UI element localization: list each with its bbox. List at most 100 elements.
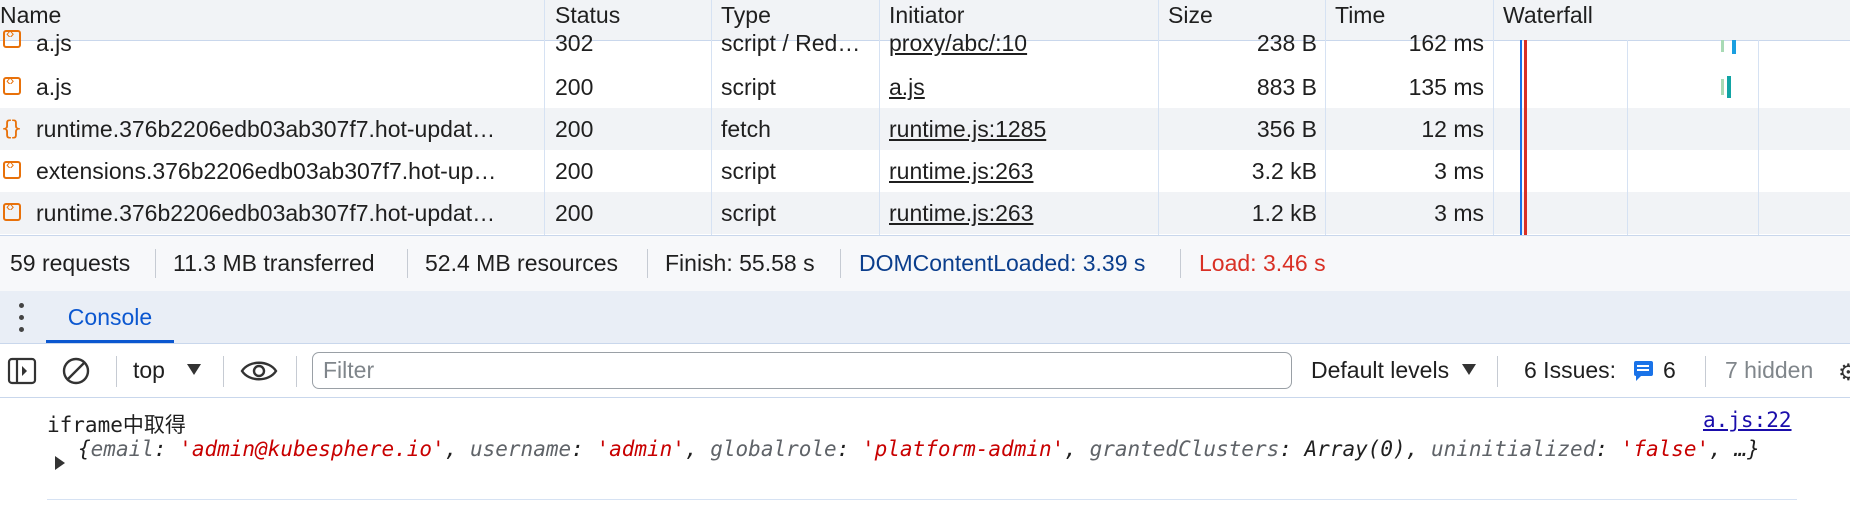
console-object-preview[interactable]: {email: 'admin@kubesphere.io', username:… [78, 436, 1768, 463]
request-type: fetch [721, 116, 771, 142]
column-divider[interactable] [544, 0, 545, 235]
chevron-down-icon[interactable] [1462, 364, 1476, 375]
message-divider [47, 499, 1797, 500]
object-value: 'admin@kubesphere.io' [179, 437, 445, 461]
object-brace: { [78, 437, 91, 461]
object-value: 'false' [1620, 437, 1710, 461]
log-levels-dropdown[interactable]: Default levels [1311, 344, 1449, 397]
settings-gear-icon[interactable]: ⚙ [1838, 359, 1850, 386]
request-size: 238 B [1256, 30, 1317, 56]
request-name: runtime.376b2206edb03ab307f7.hot-updat… [36, 200, 496, 226]
request-name: a.js [36, 74, 72, 100]
hidden-count: 7 hidden [1725, 357, 1814, 383]
finish-time: Finish: 55.58 s [665, 250, 815, 276]
column-divider[interactable] [879, 0, 880, 235]
summary-divider [840, 249, 841, 278]
request-type: script [721, 158, 776, 184]
resources-size: 52.4 MB resources [425, 250, 619, 276]
script-icon [3, 156, 21, 179]
waterfall-gridline [1627, 40, 1628, 235]
eye-icon[interactable] [240, 357, 278, 385]
request-status: 200 [555, 116, 594, 142]
summary-divider [407, 249, 408, 278]
column-divider[interactable] [1325, 0, 1326, 235]
request-name: runtime.376b2206edb03ab307f7.hot-updat… [36, 116, 496, 142]
summary-divider [1180, 249, 1181, 278]
sidebar-toggle-icon[interactable] [7, 356, 37, 386]
console-messages: iframe中取得 a.js:22 {email: 'admin@kubesph… [0, 398, 1850, 506]
chevron-down-icon[interactable] [187, 364, 201, 375]
drawer-tab-bar: Console [0, 291, 1850, 344]
expand-triangle-icon[interactable] [55, 456, 65, 470]
table-row[interactable]: a.js 302 script / Red… proxy/abc/:10 238… [0, 25, 1850, 61]
request-initiator[interactable]: runtime.js:263 [889, 192, 1149, 234]
table-row[interactable]: {} runtime.376b2206edb03ab307f7.hot-upda… [0, 108, 1850, 150]
column-divider[interactable] [711, 0, 712, 235]
table-row[interactable]: a.js 200 script a.js 883 B 135 ms [0, 66, 1850, 108]
waterfall-bar [1732, 40, 1736, 54]
object-key: email [90, 437, 154, 461]
request-initiator[interactable]: a.js [889, 66, 1149, 108]
request-count: 59 requests [10, 250, 131, 276]
request-size: 356 B [1256, 116, 1317, 142]
column-divider[interactable] [1158, 0, 1159, 235]
script-icon [3, 72, 21, 95]
issues-label[interactable]: 6 Issues: [1524, 344, 1616, 397]
context-selector[interactable]: top [133, 344, 165, 397]
waterfall-domcontentloaded-line [1520, 40, 1522, 235]
table-row[interactable]: extensions.376b2206edb03ab307f7.hot-up… … [0, 150, 1850, 192]
request-name: a.js [36, 30, 72, 56]
console-message-text: iframe中取得 [47, 413, 186, 437]
toolbar-divider [296, 356, 297, 387]
request-name: extensions.376b2206edb03ab307f7.hot-up… [36, 158, 497, 184]
object-value: 'platform-admin' [861, 437, 1065, 461]
object-ellipsis: , …} [1709, 437, 1760, 461]
request-status: 302 [555, 30, 594, 56]
toolbar-divider [1497, 356, 1498, 387]
network-table: Name Status Type Initiator Size Time Wat… [0, 0, 1850, 235]
script-icon [3, 25, 21, 48]
object-key: username [469, 437, 572, 461]
object-key: globalrole [710, 437, 837, 461]
waterfall-bar [1721, 40, 1724, 52]
request-type: script [721, 200, 776, 226]
script-icon [3, 198, 21, 221]
request-time: 162 ms [1408, 30, 1484, 56]
request-initiator[interactable]: proxy/abc/:10 [889, 25, 1149, 61]
request-size: 883 B [1256, 74, 1317, 100]
object-value: 'admin' [596, 437, 685, 461]
request-initiator[interactable]: runtime.js:1285 [889, 108, 1149, 150]
summary-divider [647, 249, 648, 278]
waterfall-gridline [1758, 40, 1759, 235]
request-time: 3 ms [1434, 158, 1484, 184]
toolbar-divider [223, 356, 224, 387]
waterfall-load-line [1524, 40, 1527, 235]
message-icon[interactable] [1634, 361, 1653, 381]
request-size: 3.2 kB [1251, 158, 1317, 184]
domcontentloaded-time: DOMContentLoaded: 3.39 s [859, 250, 1146, 276]
request-status: 200 [555, 74, 594, 100]
request-type: script / Red… [721, 30, 861, 56]
request-size: 1.2 kB [1251, 200, 1317, 226]
fetch-icon: {} [1, 116, 22, 140]
filter-input[interactable] [312, 352, 1292, 389]
console-message-source-link[interactable]: a.js:22 [1703, 408, 1792, 432]
request-time: 135 ms [1408, 74, 1484, 100]
request-type: script [721, 74, 776, 100]
object-key: uninitialized [1430, 437, 1596, 461]
request-status: 200 [555, 200, 594, 226]
object-key: grantedClusters [1089, 437, 1280, 461]
tab-console[interactable]: Console [46, 291, 174, 343]
network-summary-bar: 59 requests 11.3 MB transferred 52.4 MB … [0, 235, 1850, 292]
table-row[interactable]: runtime.376b2206edb03ab307f7.hot-updat… … [0, 192, 1850, 234]
issues-count[interactable]: 6 [1663, 344, 1676, 397]
request-time: 3 ms [1434, 200, 1484, 226]
toolbar-divider [1705, 356, 1706, 387]
waterfall-bar [1721, 79, 1724, 95]
toolbar-divider [116, 356, 117, 387]
request-initiator[interactable]: runtime.js:263 [889, 150, 1149, 192]
column-divider[interactable] [1493, 0, 1494, 235]
clear-console-icon[interactable] [61, 356, 91, 386]
console-toolbar: top Default levels 6 Issues: 6 7 hidden … [0, 344, 1850, 398]
more-options-icon[interactable] [16, 303, 26, 333]
